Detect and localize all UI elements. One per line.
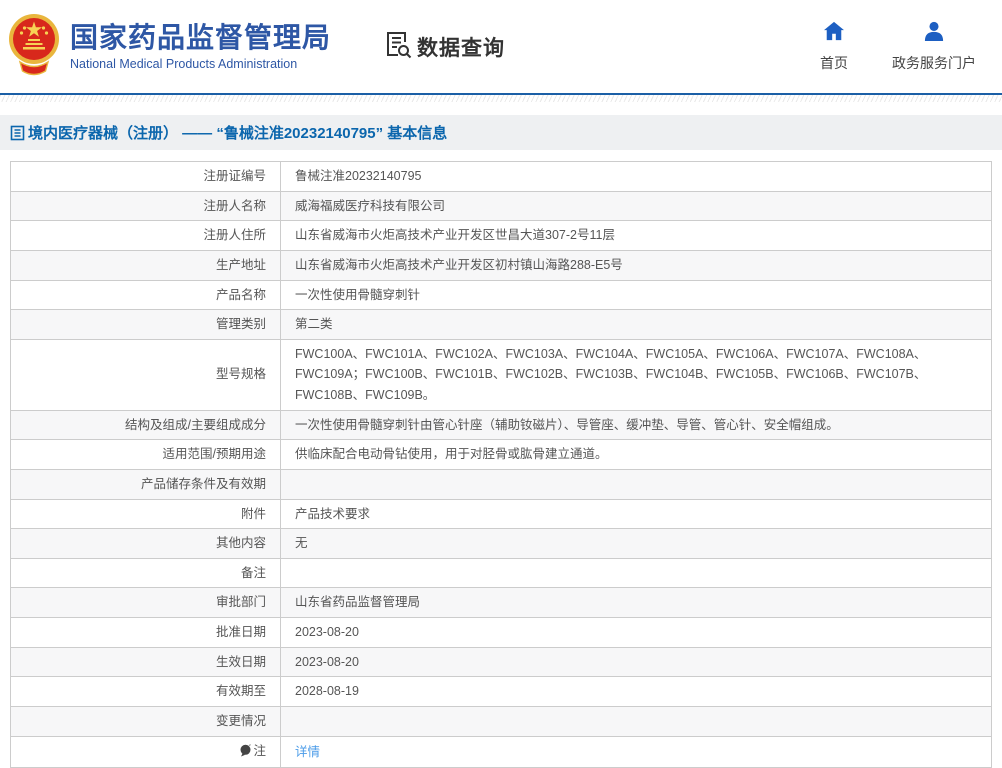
row-label: 其他内容 [10, 528, 281, 559]
table-row: 注册人住所 山东省威海市火炬高技术产业开发区世昌大道307-2号11层 [10, 220, 992, 251]
table-row: 备注 [10, 557, 992, 589]
org-title-cn: 国家药品监督管理局 [70, 22, 332, 54]
header-hatch-shadow [0, 95, 1002, 102]
row-label: 管理类别 [10, 309, 281, 340]
row-value: 2028-08-19 [280, 676, 992, 707]
data-query-section[interactable]: 数据查询 [383, 29, 505, 64]
table-row: 审批部门 山东省药品监督管理局 [10, 587, 992, 618]
user-icon [923, 21, 945, 46]
row-label: 注册人名称 [10, 190, 281, 222]
row-value: 山东省威海市火炬高技术产业开发区初村镇山海路288-E5号 [280, 249, 992, 281]
table-row: 产品储存条件及有效期 [10, 468, 992, 500]
row-label: 注 [10, 735, 281, 768]
row-value: 无 [280, 528, 992, 559]
table-row: 有效期至 2028-08-19 [10, 676, 992, 707]
row-label: 批准日期 [10, 617, 281, 648]
row-value [280, 705, 992, 737]
row-value: 一次性使用骨髓穿刺针 [280, 279, 992, 311]
registration-info-table: 注册证编号 鲁械注准20232140795 注册人名称 威海福威医疗科技有限公司… [10, 161, 992, 768]
row-label: 备注 [10, 557, 281, 589]
nav-portal-label: 政务服务门户 [892, 54, 976, 71]
row-label: 注册人住所 [10, 220, 281, 251]
data-query-label: 数据查询 [417, 36, 506, 60]
row-value: 供临床配合电动骨钻使用，用于对胫骨或肱骨建立通道。 [280, 439, 992, 470]
comment-icon [239, 743, 252, 764]
table-row: 适用范围/预期用途 供临床配合电动骨钻使用，用于对胫骨或肱骨建立通道。 [10, 439, 992, 470]
table-row: 生效日期 2023-08-20 [10, 646, 992, 678]
row-value: FWC100A、FWC101A、FWC102A、FWC103A、FWC104A、… [280, 338, 992, 411]
org-titles: 国家药品监督管理局 National Medical Products Admi… [70, 22, 331, 70]
site-header: 国家药品监督管理局 National Medical Products Admi… [0, 0, 1002, 93]
table-row: 型号规格 FWC100A、FWC101A、FWC102A、FWC103A、FWC… [10, 338, 992, 411]
row-value: 2023-08-20 [280, 646, 992, 678]
row-label: 产品名称 [10, 279, 281, 311]
row-value: 第二类 [280, 309, 992, 340]
table-row: 管理类别 第二类 [10, 309, 992, 340]
logo-group: 国家药品监督管理局 National Medical Products Admi… [8, 12, 331, 81]
table-row: 注 详情 [10, 735, 992, 768]
row-value: 鲁械注准20232140795 [280, 161, 992, 192]
table-row: 注册人名称 威海福威医疗科技有限公司 [10, 190, 992, 222]
row-label: 生效日期 [10, 646, 281, 678]
top-nav: 首页 政务服务门户 [820, 21, 988, 73]
row-label: 审批部门 [10, 587, 281, 618]
row-label: 变更情况 [10, 705, 281, 737]
row-label: 适用范围/预期用途 [10, 439, 281, 470]
table-row: 注册证编号 鲁械注准20232140795 [10, 161, 992, 192]
row-value: 一次性使用骨髓穿刺针由管心针座（辅助钕磁片）、导管座、缓冲垫、导管、管心针、安全… [280, 409, 992, 441]
nav-portal[interactable]: 政务服务门户 [892, 21, 976, 73]
row-label: 有效期至 [10, 676, 281, 707]
table-row: 附件 产品技术要求 [10, 498, 992, 530]
row-label: 附件 [10, 498, 281, 530]
row-label-text: 注 [253, 743, 266, 758]
row-label: 产品储存条件及有效期 [10, 468, 281, 500]
table-row: 批准日期 2023-08-20 [10, 617, 992, 648]
row-label: 生产地址 [10, 249, 281, 281]
breadcrumb: 境内医疗器械（注册） —— “鲁械注准20232140795” 基本信息 [0, 115, 1002, 150]
row-label: 型号规格 [10, 338, 281, 411]
table-row: 变更情况 [10, 705, 992, 737]
document-icon [10, 125, 25, 141]
nav-home[interactable]: 首页 [820, 21, 848, 73]
row-value: 2023-08-20 [280, 617, 992, 648]
row-value: 详情 [280, 735, 992, 768]
table-row: 产品名称 一次性使用骨髓穿刺针 [10, 279, 992, 311]
row-label: 结构及组成/主要组成成分 [10, 409, 281, 441]
nav-home-label: 首页 [820, 54, 848, 71]
row-value [280, 468, 992, 500]
row-value: 威海福威医疗科技有限公司 [280, 190, 992, 222]
row-value: 山东省威海市火炬高技术产业开发区世昌大道307-2号11层 [280, 220, 992, 251]
row-label: 注册证编号 [10, 161, 281, 192]
home-icon [823, 21, 845, 46]
breadcrumb-text: 境内医疗器械（注册） —— “鲁械注准20232140795” 基本信息 [28, 125, 448, 142]
table-row: 结构及组成/主要组成成分 一次性使用骨髓穿刺针由管心针座（辅助钕磁片）、导管座、… [10, 409, 992, 441]
national-emblem-logo [8, 12, 60, 81]
org-title-en: National Medical Products Administration [70, 56, 298, 71]
data-query-icon [383, 29, 413, 64]
table-row: 生产地址 山东省威海市火炬高技术产业开发区初村镇山海路288-E5号 [10, 249, 992, 281]
detail-link[interactable]: 详情 [295, 745, 320, 759]
row-value: 山东省药品监督管理局 [280, 587, 992, 618]
table-row: 其他内容 无 [10, 528, 992, 559]
row-value [280, 557, 992, 589]
row-value: 产品技术要求 [280, 498, 992, 530]
